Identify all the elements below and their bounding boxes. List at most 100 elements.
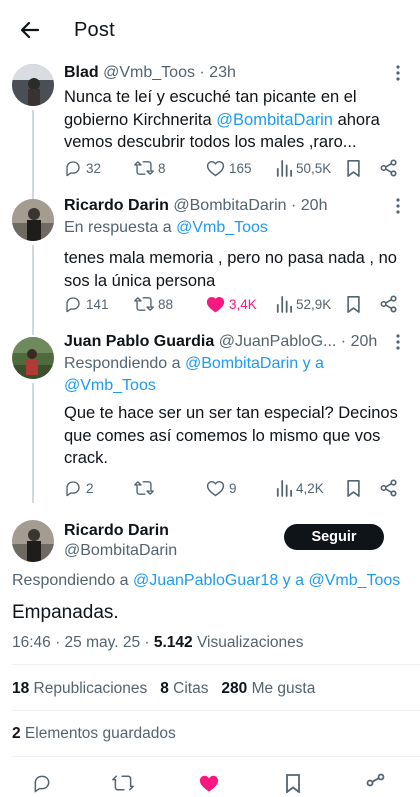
thread-connector — [32, 245, 34, 335]
more-button[interactable] — [388, 62, 408, 84]
back-arrow-icon — [20, 21, 40, 39]
repost-icon[interactable] — [112, 773, 134, 793]
author-handle: @BombitaDarin · 20h — [173, 197, 328, 214]
more-icon — [396, 65, 400, 81]
bookmark-icon[interactable] — [284, 773, 302, 793]
views-count: 52,9K — [296, 296, 332, 312]
likes-stat[interactable]: 280 Me gusta — [221, 680, 315, 697]
post-meta: Blad @Vmb_Toos · 23h — [64, 62, 406, 84]
back-button[interactable] — [16, 16, 44, 44]
reply-button[interactable]: 32 — [64, 159, 101, 177]
reply-icon — [66, 161, 80, 177]
author-name[interactable]: Blad — [64, 64, 99, 81]
bookmark-icon — [347, 159, 360, 177]
repost-icon — [134, 481, 154, 495]
mention-link[interactable]: @Vmb_Toos — [176, 219, 268, 236]
avatar[interactable] — [12, 64, 54, 106]
views-button[interactable]: 52,9K — [276, 295, 331, 313]
views-icon — [276, 160, 292, 177]
like-icon — [206, 480, 225, 497]
reply-context: En respuesta a @Vmb_Toos — [64, 219, 268, 236]
focused-post-actions — [0, 768, 420, 797]
thread-connector — [32, 110, 34, 208]
bookmark-button[interactable] — [346, 159, 361, 177]
mention-link[interactable]: @BombitaDarin — [216, 111, 333, 129]
reply-count: 32 — [86, 160, 102, 176]
mention-link[interactable]: @JuanPabloGuar18 y a @Vmb_Toos — [133, 572, 400, 589]
bookmark-button[interactable] — [346, 479, 361, 497]
author-name[interactable]: Ricardo Darin — [64, 197, 169, 214]
post-text: Que te hace ser un ser tan especial? Dec… — [64, 404, 398, 467]
divider — [12, 664, 420, 665]
views-count: 50,5K — [296, 160, 332, 176]
author-handle: @JuanPabloG... · 20h — [218, 333, 378, 350]
avatar[interactable] — [12, 337, 54, 379]
page-title: Post — [74, 19, 115, 41]
reply-button[interactable]: 2 — [64, 479, 94, 497]
like-count: 9 — [229, 480, 237, 496]
like-button[interactable]: 3,4K — [206, 295, 257, 313]
views-icon — [276, 479, 292, 497]
bookmark-button[interactable] — [346, 295, 361, 313]
share-icon[interactable] — [366, 773, 386, 793]
reply-count: 141 — [86, 296, 109, 312]
author-name[interactable]: Juan Pablo Guardia — [64, 333, 214, 350]
thread-connector — [32, 383, 34, 503]
more-icon — [396, 198, 400, 214]
divider — [12, 710, 420, 711]
reply-icon[interactable] — [32, 773, 52, 793]
bookmarks-stat: 2 Elementos guardados — [12, 725, 176, 742]
views-icon — [276, 295, 292, 313]
like-icon — [206, 160, 225, 177]
repost-icon — [134, 297, 154, 311]
views-total: 5.142 — [153, 634, 193, 651]
author-name[interactable]: Ricardo Darin — [64, 520, 169, 542]
more-icon — [396, 334, 400, 350]
share-icon — [380, 479, 397, 497]
post-timestamp: 16:46 · 25 may. 25 · 5.142 Visualizacion… — [12, 634, 304, 651]
repost-count: 8 — [158, 160, 166, 176]
post-text: Nunca te leí y escuché tan picante en el… — [64, 88, 380, 151]
engagement-stats: 18 Republicaciones 8 Citas 280 Me gusta — [12, 680, 315, 698]
share-button[interactable] — [380, 295, 398, 313]
reply-button[interactable]: 141 — [64, 295, 109, 313]
reply-icon — [66, 481, 80, 497]
repost-icon — [134, 161, 154, 175]
repost-button[interactable]: 88 — [134, 295, 173, 313]
reposts-stat[interactable]: 18 Republicaciones — [12, 680, 147, 697]
like-button[interactable]: 165 — [206, 159, 252, 177]
like-icon — [206, 296, 225, 313]
share-icon — [380, 159, 397, 177]
bookmark-icon — [347, 295, 360, 313]
author-handle: @BombitaDarin — [64, 542, 178, 559]
post-text: Empanadas. — [12, 602, 119, 623]
repost-count: 88 — [158, 296, 174, 312]
follow-button[interactable]: Seguir — [284, 524, 384, 550]
views-button[interactable]: 50,5K — [276, 159, 331, 177]
more-button[interactable] — [388, 331, 408, 353]
like-icon[interactable] — [198, 773, 220, 793]
author-handle: @Vmb_Toos · 23h — [103, 64, 236, 81]
bookmark-icon — [347, 479, 360, 497]
reply-icon — [66, 297, 80, 313]
reply-context: Respondiendo a @JuanPabloGuar18 y a @Vmb… — [12, 572, 401, 589]
views-count: 4,2K — [296, 480, 324, 496]
like-count: 3,4K — [229, 296, 257, 312]
avatar[interactable] — [12, 199, 54, 241]
reply-context: Respondiendo a @BombitaDarin y a @Vmb_To… — [64, 355, 324, 394]
top-app-bar: Post — [0, 0, 420, 62]
views-button[interactable]: 4,2K — [276, 479, 324, 497]
reply-count: 2 — [86, 480, 94, 496]
divider — [12, 756, 420, 757]
post-meta: Juan Pablo Guardia @JuanPabloG... · 20h — [64, 331, 406, 353]
share-button[interactable] — [380, 479, 398, 497]
share-icon — [380, 295, 397, 313]
post-text: tenes mala memoria , pero no pasa nada ,… — [64, 249, 397, 290]
avatar[interactable] — [12, 520, 54, 562]
like-button[interactable]: 9 — [206, 479, 237, 497]
more-button[interactable] — [388, 195, 408, 217]
repost-button[interactable]: 8 — [134, 159, 166, 177]
quotes-stat[interactable]: 8 Citas — [160, 680, 208, 697]
repost-button[interactable] — [134, 479, 158, 497]
share-button[interactable] — [380, 159, 398, 177]
